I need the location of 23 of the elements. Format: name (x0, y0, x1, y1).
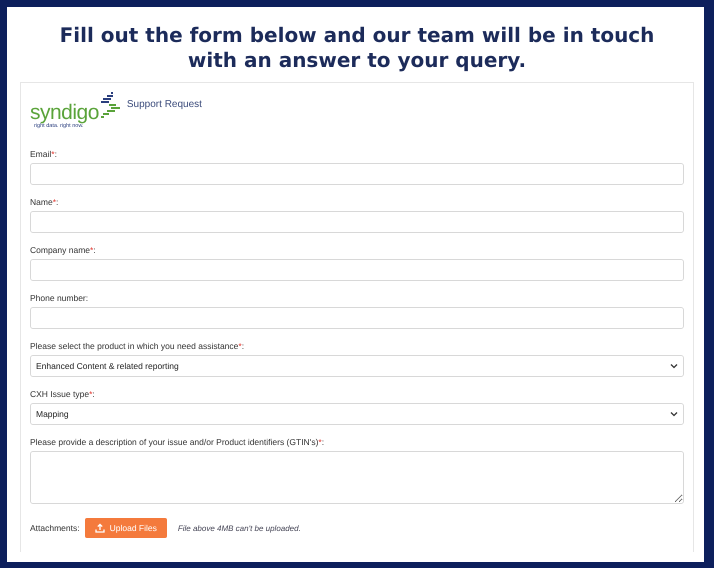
attachments-label: Attachments: (30, 523, 80, 533)
input-field[interactable] (30, 259, 684, 281)
field-label: Name*: (30, 197, 60, 207)
field-label: Company name*: (30, 245, 97, 255)
upload-icon (94, 523, 105, 533)
dropdown-field[interactable]: Enhanced Content & related reporting (30, 355, 684, 377)
stripes-logo-icon (98, 91, 121, 119)
input-field[interactable] (30, 163, 684, 185)
chevron-down-icon (670, 363, 678, 369)
page-heading: Fill out the form below and our team will be in touch with an answer to your query. (58, 22, 656, 73)
input-field[interactable] (30, 211, 684, 233)
dropdown-field[interactable]: Mapping (30, 403, 684, 425)
field-label: CXH Issue type*: (30, 389, 96, 399)
logo-wordmark: syndigo (30, 103, 99, 123)
input-field[interactable] (30, 307, 684, 329)
upload-size-note: File above 4MB can't be uploaded. (178, 524, 301, 532)
text-area-field[interactable] (30, 451, 684, 504)
form-title: Support Request (126, 98, 202, 110)
field-label: Please select the product in which you need assistance*: (30, 341, 246, 351)
field-label: Email*: (30, 149, 58, 159)
chevron-down-icon (670, 411, 678, 417)
field-label: Phone number: (30, 293, 90, 303)
field-label: Please provide a description of your issue and/or Product identifiers (GTIN's)*: (30, 437, 326, 447)
